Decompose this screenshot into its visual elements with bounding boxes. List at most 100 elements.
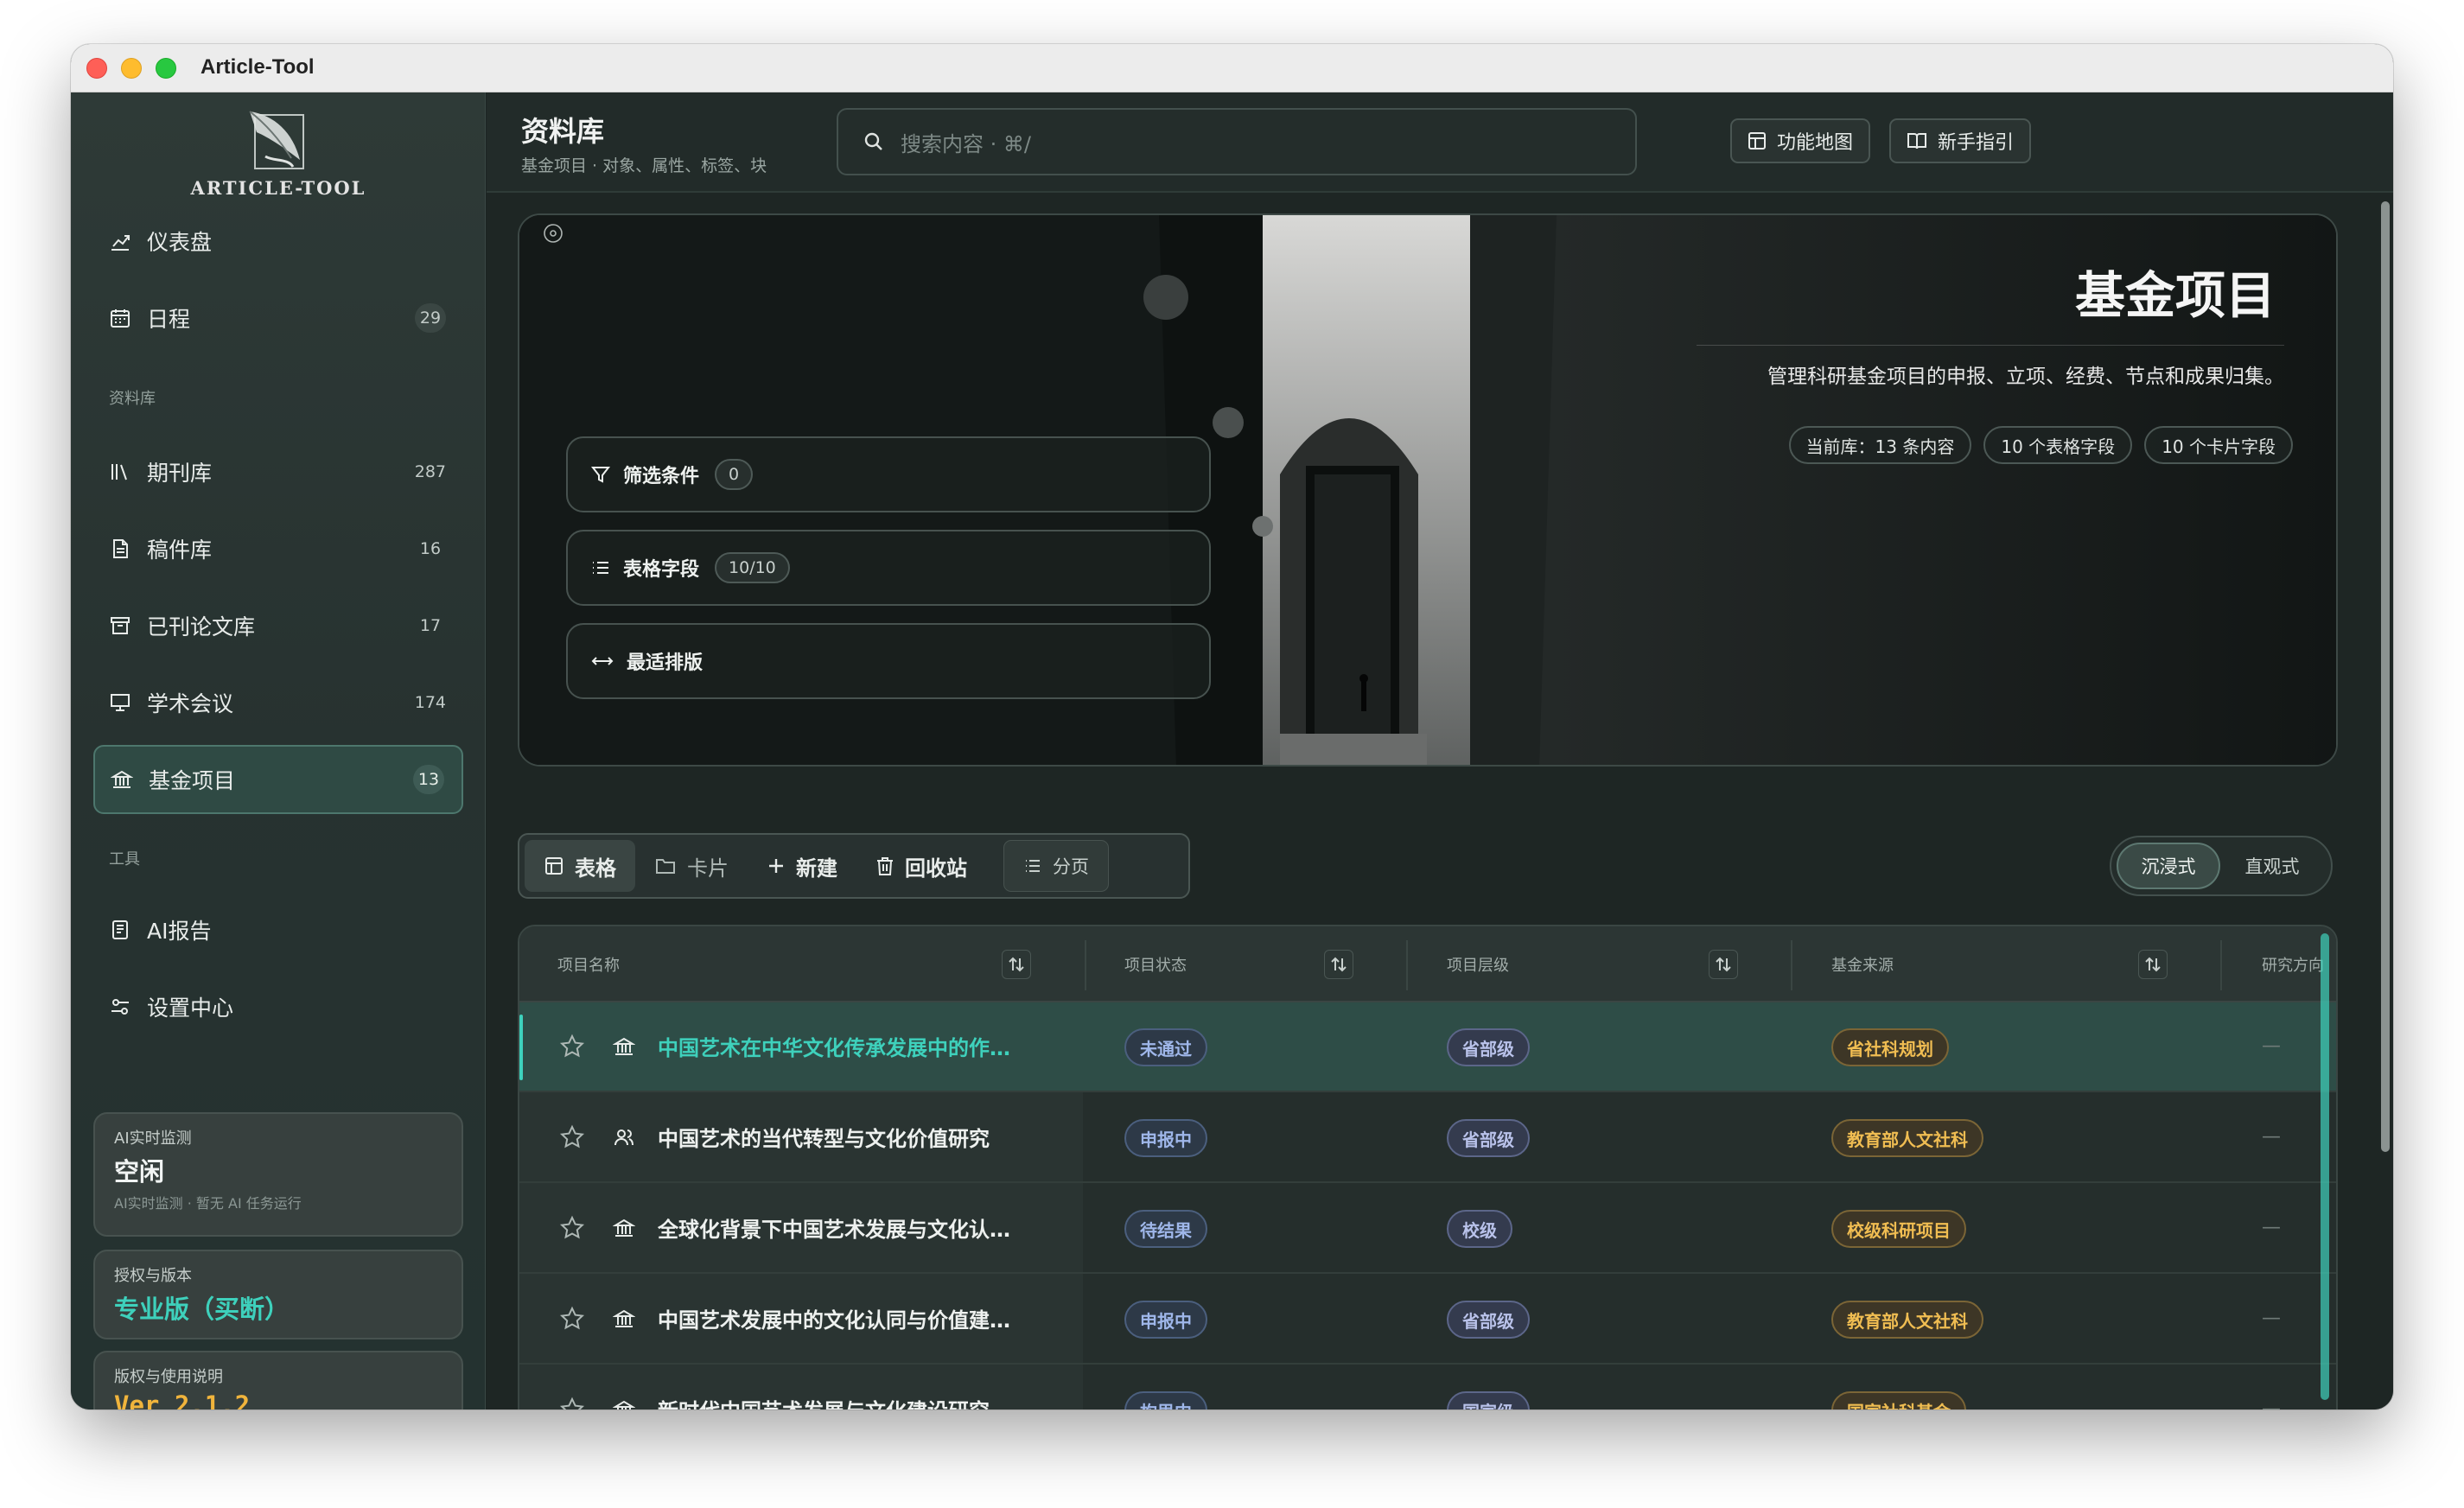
folder-icon (656, 859, 675, 874)
table-row[interactable]: 中国艺术在中华文化传承发展中的作… 未通过 省部级 省社科规划 — (519, 1002, 2336, 1092)
table-scrollbar[interactable] (2321, 933, 2329, 1400)
table-row[interactable]: 全球化背景下中国艺术发展与文化认… 待结果 校级 校级科研项目 — (519, 1184, 2336, 1274)
version-card[interactable]: 版权与使用说明 Ver 2.1.2 (93, 1351, 463, 1409)
table-row[interactable]: 中国艺术发展中的文化认同与价值建… 申报中 省部级 教育部人文社科 — (519, 1275, 2336, 1365)
column-header-status: 项目状态 (1124, 957, 1187, 975)
bank-icon (613, 1037, 635, 1055)
sidebar-item-published[interactable]: 已刊论文库 17 (93, 591, 463, 660)
maximize-window-button[interactable] (156, 58, 176, 79)
trash-button[interactable]: 回收站 (856, 840, 986, 892)
list-icon (1026, 860, 1040, 872)
sidebar-item-dashboard[interactable]: 仪表盘 (93, 207, 463, 276)
table-fields-label: 表格字段 (623, 559, 700, 581)
immersive-mode-button[interactable]: 沉浸式 (2117, 843, 2220, 889)
status-badge: 申报中 (1124, 1301, 1207, 1339)
selection-indicator (519, 1015, 523, 1080)
sidebar-item-journals[interactable]: 期刊库 287 (93, 437, 463, 506)
pagination-button[interactable]: 分页 (1003, 840, 1109, 892)
sidebar: ARTICLE-TOOL 仪表盘 日程 29 资料库 期刊库 287 稿件库 1… (71, 92, 486, 1409)
fund-source-badge: 教育部人文社科 (1831, 1119, 1983, 1157)
level-badge: 国家级 (1447, 1391, 1530, 1409)
bank-icon (613, 1218, 635, 1237)
fund-source-badge: 国家社科基金 (1831, 1391, 1966, 1409)
direction-cell: — (2262, 1126, 2281, 1148)
guide-button[interactable]: 新手指引 (1889, 118, 2032, 163)
sidebar-item-label: 设置中心 (147, 996, 234, 1021)
column-divider (1791, 940, 1792, 990)
tab-table[interactable]: 表格 (525, 840, 635, 892)
sort-icon[interactable] (2138, 950, 2168, 979)
sidebar-item-manuscripts[interactable]: 稿件库 16 (93, 514, 463, 583)
column-divider (1085, 940, 1086, 990)
direction-cell: — (2262, 1217, 2281, 1238)
ai-monitor-card[interactable]: AI实时监测 空闲 AI实时监测 · 暂无 AI 任务运行 (93, 1112, 463, 1237)
close-window-button[interactable] (86, 58, 107, 79)
star-icon[interactable] (559, 1215, 585, 1241)
star-icon[interactable] (559, 1034, 585, 1059)
sidebar-item-funds[interactable]: 基金项目 13 (93, 745, 463, 814)
sidebar-item-label: 学术会议 (147, 691, 234, 716)
direction-cell: — (2262, 1035, 2281, 1057)
window-title: Article-Tool (201, 55, 315, 79)
ai-monitor-title: AI实时监测 (114, 1129, 192, 1148)
fit-layout-button[interactable]: 最适排版 (566, 623, 1211, 699)
sort-icon[interactable] (1709, 950, 1738, 979)
book-open-icon (1907, 133, 1926, 150)
sidebar-item-conferences[interactable]: 学术会议 174 (93, 668, 463, 737)
project-name[interactable]: 全球化背景下中国艺术发展与文化认… (658, 1212, 1010, 1243)
level-badge: 省部级 (1447, 1119, 1530, 1157)
feature-map-button[interactable]: 功能地图 (1730, 118, 1871, 163)
intuitive-mode-button[interactable]: 直观式 (2220, 843, 2324, 889)
sidebar-item-label: 基金项目 (149, 768, 236, 793)
status-badge: 未通过 (1124, 1028, 1207, 1066)
table-fields-button[interactable]: 表格字段 10/10 (566, 530, 1211, 606)
count-badge: 13 (413, 765, 444, 794)
sidebar-item-settings[interactable]: 设置中心 (93, 972, 463, 1041)
sort-icon[interactable] (1002, 950, 1031, 979)
count-badge: 174 (414, 693, 446, 712)
new-button[interactable]: 新建 (748, 840, 856, 892)
star-icon[interactable] (559, 1306, 585, 1332)
bank-icon (613, 1309, 635, 1327)
count-badge: 287 (414, 462, 446, 481)
calendar-icon (109, 307, 131, 329)
page-subtitle: 基金项目 · 对象、属性、标签、块 (521, 156, 767, 175)
star-icon[interactable] (559, 1397, 585, 1409)
section-label-tools: 工具 (109, 850, 140, 869)
guide-label: 新手指引 (1938, 132, 2015, 154)
bank-icon (613, 1400, 635, 1409)
project-name[interactable]: 新时代中国艺术发展与文化建设研究 (658, 1394, 990, 1409)
project-name[interactable]: 中国艺术的当代转型与文化价值研究 (658, 1122, 990, 1152)
filter-button[interactable]: 筛选条件 0 (566, 436, 1211, 512)
document-icon (109, 538, 131, 560)
pagination-label: 分页 (1053, 856, 1089, 877)
tab-table-label: 表格 (575, 856, 616, 881)
tab-card[interactable]: 卡片 (635, 840, 748, 892)
table-row[interactable]: 新时代中国艺术发展与文化建设研究 构思中 国家级 国家社科基金 — (519, 1365, 2336, 1409)
expand-icon[interactable] (542, 222, 564, 245)
sort-icon[interactable] (1324, 950, 1353, 979)
search-placeholder: 搜索内容 · ⌘/ (901, 131, 1031, 156)
search-input[interactable]: 搜索内容 · ⌘/ (837, 108, 1637, 175)
project-name[interactable]: 中国艺术发展中的文化认同与价值建… (658, 1303, 1010, 1333)
top-bar: 资料库 基金项目 · 对象、属性、标签、块 搜索内容 · ⌘/ 功能地图 新手指… (487, 92, 2393, 193)
new-button-label: 新建 (796, 856, 837, 881)
table-row[interactable]: 中国艺术的当代转型与文化价值研究 申报中 省部级 教育部人文社科 — (519, 1093, 2336, 1183)
count-badge: 16 (419, 539, 442, 558)
minimize-window-button[interactable] (121, 58, 142, 79)
users-icon (614, 1129, 634, 1146)
sidebar-item-label: 仪表盘 (147, 230, 213, 255)
license-title: 授权与版本 (114, 1267, 192, 1285)
tab-card-label: 卡片 (687, 856, 729, 881)
star-icon[interactable] (559, 1124, 585, 1150)
project-name[interactable]: 中国艺术在中华文化传承发展中的作… (658, 1031, 1010, 1061)
license-card[interactable]: 授权与版本 专业版（买断） (93, 1250, 463, 1339)
license-value: 专业版（买断） (114, 1295, 290, 1324)
app-logo: ARTICLE-TOOL (71, 106, 486, 199)
bank-icon (111, 768, 133, 791)
sidebar-item-ai-report[interactable]: AI报告 (93, 895, 463, 964)
sidebar-item-schedule[interactable]: 日程 29 (93, 283, 463, 353)
main-scrollbar[interactable] (2381, 201, 2390, 1152)
ai-monitor-desc: AI实时监测 · 暂无 AI 任务运行 (114, 1195, 302, 1212)
direction-cell: — (2262, 1308, 2281, 1329)
